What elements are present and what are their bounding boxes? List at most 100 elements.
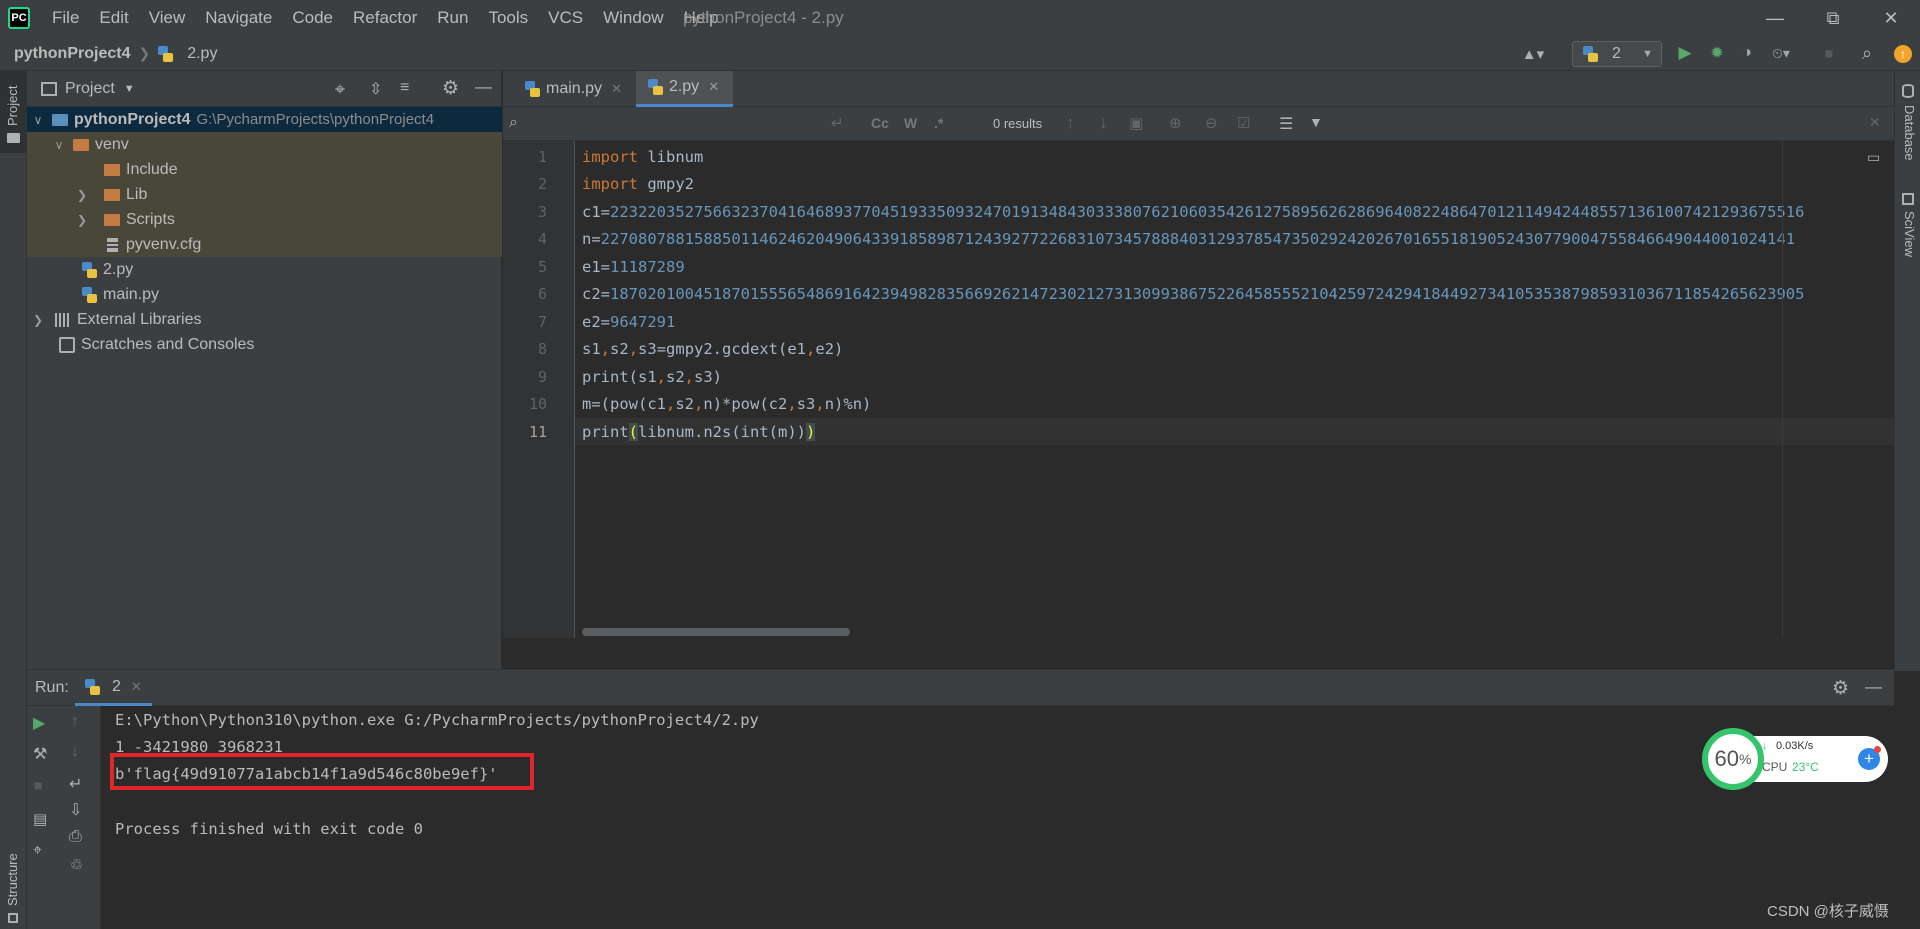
- system-monitor-widget[interactable]: ↓ 0.03K/s CPU 23°C + 60%: [1702, 728, 1888, 790]
- scroll-up-icon[interactable]: ↑: [71, 713, 79, 731]
- match-case-toggle[interactable]: Cc: [871, 115, 889, 131]
- locate-file-icon[interactable]: ⌖: [335, 79, 345, 100]
- close-find-icon[interactable]: ✕: [1869, 114, 1881, 131]
- tree-row-pyvenv-cfg[interactable]: pyvenv.cfg: [27, 232, 502, 257]
- hide-panel-icon[interactable]: —: [475, 77, 492, 97]
- find-input[interactable]: [531, 111, 831, 137]
- chevron-right-icon[interactable]: ❯: [74, 188, 90, 202]
- regex-toggle[interactable]: .*: [934, 115, 943, 131]
- chevron-right-icon[interactable]: ❯: [74, 213, 90, 227]
- tree-row-venv[interactable]: ∨ venv: [27, 132, 502, 157]
- breadcrumb-project[interactable]: pythonProject4: [14, 45, 130, 63]
- gear-icon[interactable]: ⚙: [442, 77, 459, 100]
- menu-run[interactable]: Run: [427, 0, 478, 36]
- code-text: n)*pow(c2: [703, 395, 788, 413]
- watermark: CSDN @核子威慑: [1767, 903, 1889, 920]
- chevron-down-icon[interactable]: ∨: [30, 113, 46, 127]
- whole-words-toggle[interactable]: W: [904, 115, 917, 131]
- search-everywhere-icon[interactable]: ⌕: [1856, 42, 1878, 64]
- code-editor[interactable]: 1 2 3 4 5 6 7 8 9 10 11 import libnum im…: [503, 141, 1894, 638]
- chevron-down-icon[interactable]: ▼: [124, 83, 135, 95]
- code-text: libnum.n2s(int(m)): [638, 423, 806, 441]
- trash-icon[interactable]: ♲: [70, 856, 83, 874]
- run-tab-2[interactable]: 2 ✕: [75, 670, 152, 706]
- close-tab-icon[interactable]: ✕: [708, 79, 719, 95]
- select-all-icon[interactable]: ☑: [1237, 114, 1250, 132]
- number-literal: 1870201004518701555654869164239498283566…: [610, 285, 1805, 303]
- tree-row-2-py[interactable]: 2.py: [27, 257, 502, 282]
- breadcrumb-file[interactable]: 2.py: [187, 45, 217, 63]
- tree-row-main-py[interactable]: main.py: [27, 282, 502, 307]
- filter-icon[interactable]: ▼: [1309, 114, 1323, 130]
- run-tab-label: 2: [112, 677, 121, 695]
- title-bar: PC File Edit View Navigate Code Refactor…: [0, 0, 1920, 36]
- wrench-icon[interactable]: ⚒: [33, 744, 47, 764]
- tab-main-py[interactable]: main.py ✕: [513, 71, 636, 107]
- add-occurrence-icon[interactable]: ⊕: [1169, 114, 1182, 132]
- print-icon[interactable]: ⎙: [69, 828, 82, 846]
- arrow-down-icon[interactable]: ↓: [1099, 113, 1108, 133]
- tree-row-scripts[interactable]: ❯ Scripts: [27, 207, 502, 232]
- collapse-all-icon[interactable]: ≡: [400, 79, 409, 97]
- stop-icon[interactable]: ■: [1818, 42, 1840, 64]
- project-view-title[interactable]: Project: [65, 80, 115, 98]
- select-all-occurrences-icon[interactable]: ▣: [1129, 114, 1143, 132]
- close-icon[interactable]: ✕: [1862, 0, 1920, 36]
- run-icon[interactable]: ▶: [1674, 42, 1696, 64]
- profile-icon[interactable]: ⏲▾: [1764, 42, 1798, 64]
- run-configuration-select[interactable]: 2 ▼: [1572, 41, 1662, 67]
- soft-wrap-icon[interactable]: ↵: [69, 774, 82, 794]
- remove-occurrence-icon[interactable]: ⊖: [1205, 114, 1218, 132]
- sciview-tool-tab[interactable]: SciView: [1902, 211, 1917, 257]
- update-icon[interactable]: ↑: [1894, 45, 1912, 63]
- hide-panel-icon[interactable]: —: [1865, 677, 1882, 697]
- new-line-icon[interactable]: ↵: [831, 114, 844, 132]
- database-tool-tab[interactable]: Database: [1902, 105, 1917, 161]
- layout-icon[interactable]: ▤: [33, 810, 47, 828]
- menu-refactor[interactable]: Refactor: [343, 0, 427, 36]
- cpu-label: CPU: [1762, 760, 1788, 774]
- menu-vcs[interactable]: VCS: [538, 0, 593, 36]
- arrow-up-icon[interactable]: ↑: [1066, 113, 1075, 133]
- comma: ,: [600, 340, 611, 358]
- menu-view[interactable]: View: [139, 0, 196, 36]
- filter-options-icon[interactable]: ☰: [1279, 114, 1293, 134]
- breadcrumb: pythonProject4 ❯ 2.py: [14, 36, 217, 71]
- code-text: s3): [694, 368, 723, 386]
- chevron-down-icon[interactable]: ∨: [51, 138, 67, 152]
- tab-2-py[interactable]: 2.py ✕: [635, 70, 734, 107]
- scroll-to-end-icon[interactable]: ⇩: [69, 800, 82, 820]
- menu-window[interactable]: Window: [593, 0, 673, 36]
- menu-file[interactable]: File: [42, 0, 89, 36]
- menu-navigate[interactable]: Navigate: [195, 0, 282, 36]
- debug-icon[interactable]: ✹: [1706, 42, 1728, 64]
- pin-icon[interactable]: ⌖: [33, 842, 42, 860]
- tree-row-external-libraries[interactable]: ❯ External Libraries: [27, 307, 502, 332]
- restore-icon[interactable]: ⧉: [1804, 0, 1862, 36]
- expand-all-icon[interactable]: ⇳: [369, 79, 382, 99]
- user-icon[interactable]: ▲▾: [1516, 44, 1550, 64]
- tree-label: pythonProject4: [74, 110, 191, 128]
- console-output[interactable]: [101, 706, 1894, 929]
- minimize-icon[interactable]: —: [1746, 0, 1804, 36]
- tree-row-scratches[interactable]: Scratches and Consoles: [27, 332, 502, 357]
- structure-tool-label[interactable]: Structure: [5, 853, 20, 906]
- horizontal-scrollbar[interactable]: [582, 628, 850, 636]
- menu-edit[interactable]: Edit: [89, 0, 138, 36]
- tree-row-project-root[interactable]: ∨ pythonProject4 G:\PycharmProjects\pyth…: [27, 107, 502, 132]
- sciview-icon: [1902, 193, 1914, 205]
- tree-row-lib[interactable]: ❯ Lib: [27, 182, 502, 207]
- python-file-icon: [158, 45, 174, 62]
- rerun-icon[interactable]: ▶: [33, 713, 45, 733]
- tree-row-include[interactable]: Include: [27, 157, 502, 182]
- stop-icon[interactable]: ■: [34, 777, 42, 793]
- close-tab-icon[interactable]: ✕: [131, 679, 142, 695]
- chevron-right-icon[interactable]: ❯: [30, 313, 46, 327]
- gear-icon[interactable]: ⚙: [1832, 677, 1849, 700]
- reader-mode-icon[interactable]: ▭: [1867, 149, 1880, 166]
- run-with-coverage-icon[interactable]: ◑: [1736, 42, 1758, 64]
- scroll-down-icon[interactable]: ↓: [71, 743, 79, 761]
- menu-code[interactable]: Code: [282, 0, 343, 36]
- menu-tools[interactable]: Tools: [478, 0, 538, 36]
- close-tab-icon[interactable]: ✕: [611, 81, 622, 97]
